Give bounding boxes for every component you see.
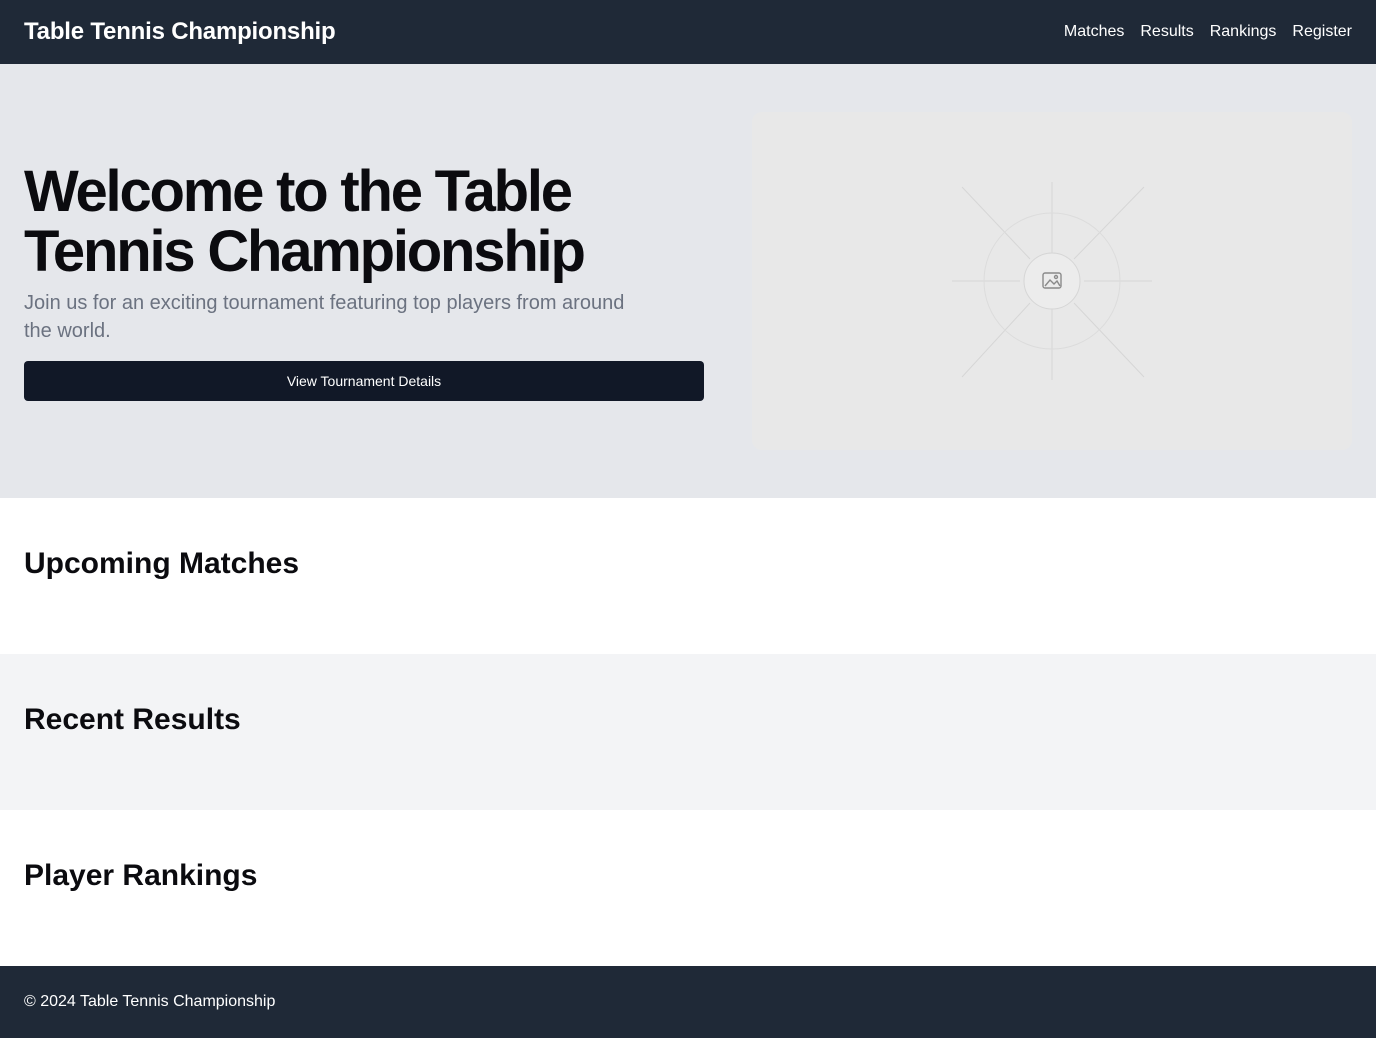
recent-results-heading: Recent Results: [24, 703, 241, 736]
nav-link-rankings[interactable]: Rankings: [1210, 22, 1277, 42]
nav-link-matches[interactable]: Matches: [1064, 22, 1124, 42]
top-navbar: Table Tennis Championship Matches Result…: [0, 0, 1376, 64]
recent-results-section: Recent Results: [0, 654, 1376, 810]
hero-subtitle: Join us for an exciting tournament featu…: [24, 292, 625, 342]
upcoming-matches-section: Upcoming Matches: [0, 498, 1376, 654]
view-tournament-details-button[interactable]: View Tournament Details: [24, 361, 704, 401]
nav-link-results[interactable]: Results: [1140, 22, 1193, 42]
player-rankings-section: Player Rankings: [0, 810, 1376, 966]
footer: © 2024 Table Tennis Championship: [0, 966, 1376, 1038]
site-title[interactable]: Table Tennis Championship: [24, 18, 336, 46]
hero-image-placeholder: [752, 112, 1352, 450]
hero-title: Welcome to the Table Tennis Championship: [24, 159, 586, 284]
image-placeholder-graphic: [952, 182, 1152, 380]
hero-section: Welcome to the Table Tennis Championship…: [0, 64, 1376, 498]
nav-link-register[interactable]: Register: [1292, 22, 1352, 42]
footer-copyright: © 2024 Table Tennis Championship: [24, 993, 276, 1010]
upcoming-matches-heading: Upcoming Matches: [24, 547, 300, 580]
player-rankings-heading: Player Rankings: [24, 859, 258, 892]
main-nav: Matches Results Rankings Register: [1064, 22, 1352, 42]
